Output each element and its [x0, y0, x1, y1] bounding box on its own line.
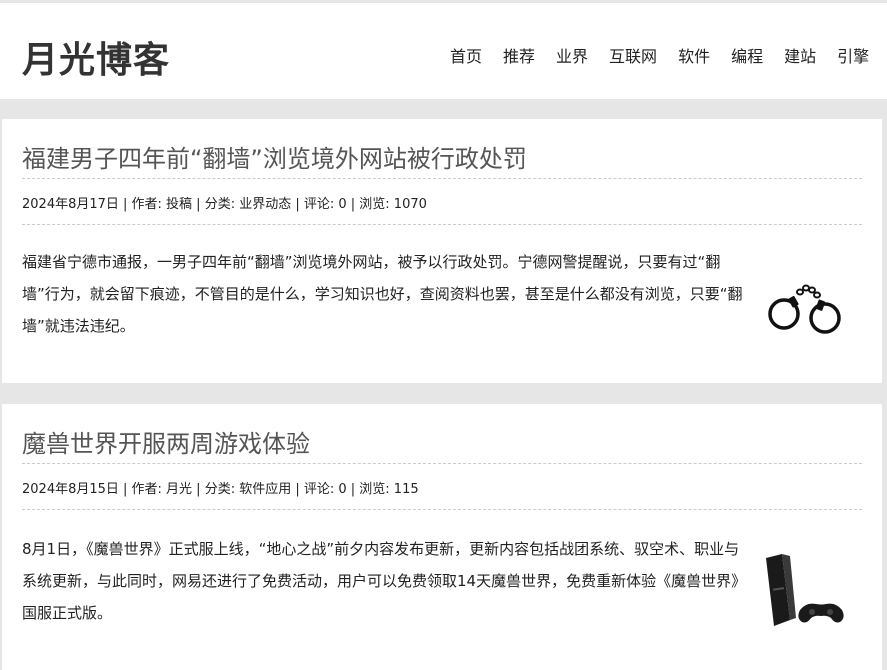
site-logo[interactable]: 月光博客 [22, 31, 170, 83]
post-card: 福建男子四年前“翻墙”浏览境外网站被行政处罚 2024年8月17日 | 作者: … [2, 119, 882, 383]
post-card: 魔兽世界开服两周游戏体验 2024年8月15日 | 作者: 月光 | 分类: 软… [2, 404, 882, 670]
nav-item-industry[interactable]: 业界 [556, 43, 588, 67]
game-console-icon[interactable] [760, 552, 848, 632]
post-title[interactable]: 魔兽世界开服两周游戏体验 [22, 424, 310, 459]
nav-item-programming[interactable]: 编程 [731, 43, 763, 67]
post-excerpt: 8月1日，《魔兽世界》正式服上线，“地心之战”前夕内容发布更新，更新内容包括战团… [22, 540, 747, 622]
nav-item-software[interactable]: 软件 [678, 43, 710, 67]
handcuffs-icon[interactable] [764, 274, 844, 336]
post-meta: 2024年8月15日 | 作者: 月光 | 分类: 软件应用 | 评论: 0 |… [22, 463, 862, 510]
post-excerpt: 福建省宁德市通报，一男子四年前“翻墙”浏览境外网站，被予以行政处罚。宁德网警提醒… [22, 253, 743, 335]
nav-item-engine[interactable]: 引擎 [837, 43, 869, 67]
nav-item-recommend[interactable]: 推荐 [503, 43, 535, 67]
post-meta: 2024年8月17日 | 作者: 投稿 | 分类: 业界动态 | 评论: 0 |… [22, 178, 862, 225]
nav-item-internet[interactable]: 互联网 [609, 43, 657, 67]
nav-item-website[interactable]: 建站 [784, 43, 816, 67]
main-nav: 首页 推荐 业界 互联网 软件 编程 建站 引擎 [450, 43, 887, 67]
post-title[interactable]: 福建男子四年前“翻墙”浏览境外网站被行政处罚 [22, 139, 527, 174]
site-header: 月光博客 首页 推荐 业界 互联网 软件 编程 建站 引擎 [0, 3, 887, 99]
nav-item-home[interactable]: 首页 [450, 43, 482, 67]
